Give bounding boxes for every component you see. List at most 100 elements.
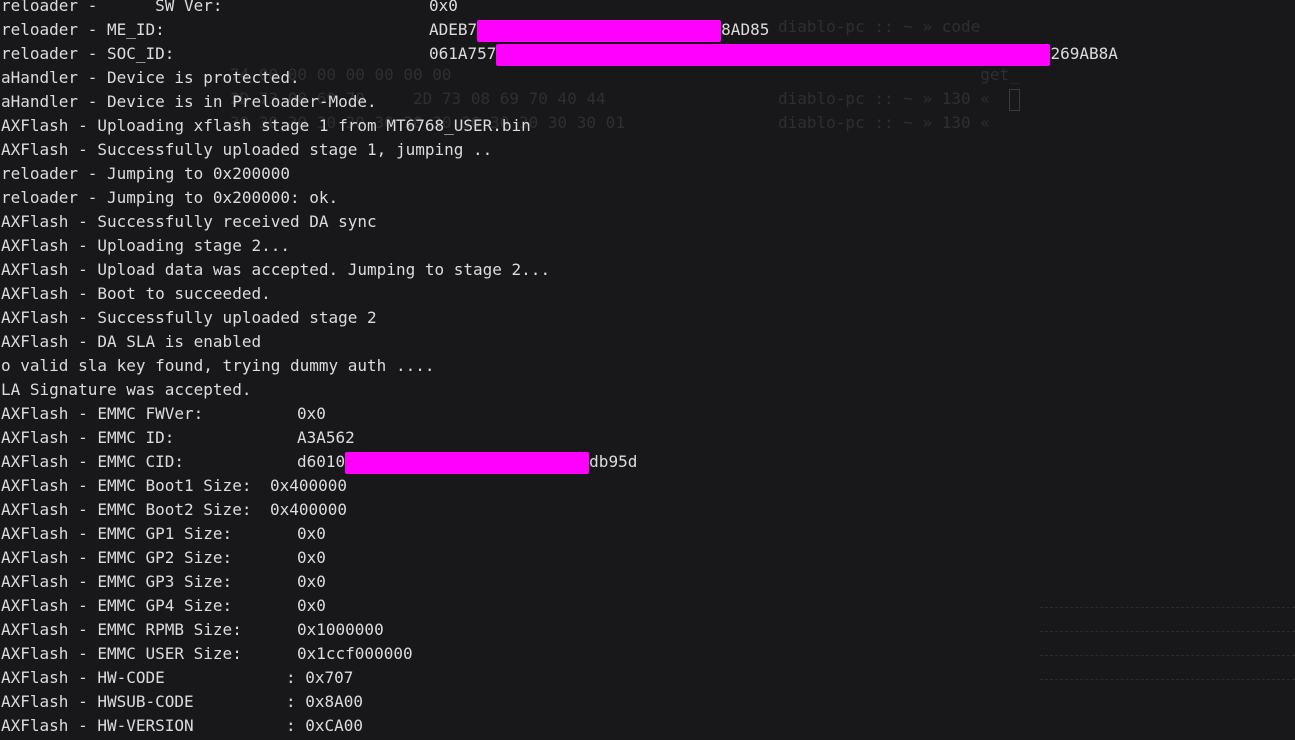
log-prefix: AXFlash - EMMC GP1 Size: xyxy=(1,524,233,543)
terminal-line: reloader - Jumping to 0x200000: ok. xyxy=(1,186,550,210)
terminal-line: AXFlash - EMMC GP4 Size: 0x0 xyxy=(1,594,550,618)
terminal-line: reloader - SOC_ID: 061A757 269AB8A xyxy=(1,42,1118,66)
log-prefix: o valid sla key found, trying dummy auth… xyxy=(1,356,435,375)
log-prefix: reloader - ME_ID: xyxy=(1,20,165,39)
terminal-line: reloader - SW Ver: 0x0 xyxy=(1,0,550,18)
log-prefix: AXFlash - EMMC GP4 Size: xyxy=(1,596,233,615)
terminal-line: AXFlash - HWSUB-CODE : 0x8A00 xyxy=(1,690,550,714)
log-value-column: : 0xCA00 xyxy=(286,714,363,738)
log-prefix: LA Signature was accepted. xyxy=(1,380,252,399)
log-value-suffix: 269AB8A xyxy=(1050,44,1118,63)
terminal-line: AXFlash - EMMC GP2 Size: 0x0 xyxy=(1,546,550,570)
redaction-bar xyxy=(496,43,1051,66)
log-value: 0x0 xyxy=(297,524,326,543)
log-prefix: AXFlash - EMMC Boot2 Size: xyxy=(1,500,252,519)
terminal-line: AXFlash - EMMC GP1 Size: 0x0 xyxy=(1,522,550,546)
terminal-line: AXFlash - EMMC GP3 Size: 0x0 xyxy=(1,570,550,594)
log-value: : 0xCA00 xyxy=(286,716,364,735)
log-prefix: AXFlash - Boot to succeeded. xyxy=(1,284,271,303)
log-value-column: 0x1000000 xyxy=(297,618,384,642)
log-value: 0x0 xyxy=(297,596,326,615)
log-prefix: AXFlash - EMMC ID: xyxy=(1,428,175,447)
log-prefix: AXFlash - Uploading xflash stage 1 from … xyxy=(1,116,531,135)
log-value-suffix: db95d xyxy=(589,452,638,471)
log-value: : 0x707 xyxy=(286,668,354,687)
terminal-line: AXFlash - EMMC RPMB Size: 0x1000000 xyxy=(1,618,550,642)
log-prefix: reloader - Jumping to 0x200000 xyxy=(1,164,290,183)
terminal-line: AXFlash - Successfully uploaded stage 2 xyxy=(1,306,550,330)
log-value-column: 0x0 xyxy=(429,0,458,18)
log-value-column: 0x0 xyxy=(297,594,326,618)
log-value-column: 0x400000 xyxy=(270,498,347,522)
log-value-column: 0x0 xyxy=(297,522,326,546)
log-prefix: aHandler - Device is protected. xyxy=(1,68,300,87)
log-value-column: A3A562 xyxy=(297,426,355,450)
log-value: 0x0 xyxy=(429,0,458,15)
background-line: diablo-pc :: ~ » 130 « xyxy=(778,89,990,108)
log-prefix: AXFlash - Successfully uploaded stage 1,… xyxy=(1,140,493,159)
terminal-line: AXFlash - EMMC USER Size: 0x1ccf000000 xyxy=(1,642,550,666)
log-prefix: reloader - SOC_ID: xyxy=(1,44,175,63)
terminal-line: AXFlash - EMMC Boot1 Size: 0x400000 xyxy=(1,474,550,498)
log-value-suffix: 8AD85 xyxy=(721,20,770,39)
log-value-column: 0x0 xyxy=(297,546,326,570)
terminal-line: AXFlash - Uploading stage 2... xyxy=(1,234,550,258)
terminal-line: aHandler - Device is in Preloader-Mode. xyxy=(1,90,550,114)
log-prefix: AXFlash - HW-VERSION xyxy=(1,716,194,735)
log-value: 0x0 xyxy=(297,548,326,567)
background-divider xyxy=(1040,655,1295,656)
terminal-line: AXFlash - Upload data was accepted. Jump… xyxy=(1,258,550,282)
terminal-line: AXFlash - EMMC ID: A3A562 xyxy=(1,426,550,450)
terminal-line: aHandler - Device is protected. xyxy=(1,66,550,90)
log-value: 0x1ccf000000 xyxy=(297,644,413,663)
terminal-line: reloader - Jumping to 0x200000 xyxy=(1,162,550,186)
log-value-column: 0x0 xyxy=(297,402,326,426)
terminal-line: AXFlash - DA SLA is enabled xyxy=(1,330,550,354)
log-prefix: AXFlash - DA SLA is enabled xyxy=(1,332,262,351)
log-prefix: AXFlash - EMMC CID: xyxy=(1,452,185,471)
log-prefix: AXFlash - EMMC GP2 Size: xyxy=(1,548,233,567)
background-divider xyxy=(1040,607,1295,608)
log-value-column: 0x400000 xyxy=(270,474,347,498)
terminal-line: AXFlash - EMMC FWVer: 0x0 xyxy=(1,402,550,426)
background-line: diablo-pc :: ~ » 130 « xyxy=(778,113,990,132)
terminal-line: AXFlash - HW-CODE : 0x707 xyxy=(1,666,550,690)
log-prefix: reloader - SW Ver: xyxy=(1,0,223,15)
log-value: ADEB7 xyxy=(429,20,478,39)
redaction-bar xyxy=(345,451,590,474)
log-prefix: aHandler - Device is in Preloader-Mode. xyxy=(1,92,377,111)
terminal-line: AXFlash - Successfully uploaded stage 1,… xyxy=(1,138,550,162)
log-value: : 0x8A00 xyxy=(286,692,364,711)
log-value-column: : 0x8A00 xyxy=(286,690,363,714)
log-value: 0x400000 xyxy=(270,500,348,519)
log-value: 0x0 xyxy=(297,572,326,591)
log-value: d6010 xyxy=(297,452,346,471)
redaction-bar xyxy=(477,19,722,42)
log-prefix: AXFlash - EMMC GP3 Size: xyxy=(1,572,233,591)
log-prefix: AXFlash - HWSUB-CODE xyxy=(1,692,194,711)
log-value: A3A562 xyxy=(297,428,355,447)
terminal-line: AXFlash - Uploading xflash stage 1 from … xyxy=(1,114,550,138)
log-prefix: AXFlash - EMMC FWVer: xyxy=(1,404,204,423)
background-terminal-text: diablo-pc :: ~ » codediablo-pc :: ~ » 13… xyxy=(778,15,1019,135)
log-value: 0x400000 xyxy=(270,476,348,495)
log-prefix: AXFlash - Successfully uploaded stage 2 xyxy=(1,308,377,327)
log-value: 0x1000000 xyxy=(297,620,384,639)
terminal-line: AXFlash - HW-VERSION : 0xCA00 xyxy=(1,714,550,738)
terminal-line: AXFlash - Successfully received DA sync xyxy=(1,210,550,234)
log-prefix: AXFlash - HW-CODE xyxy=(1,668,165,687)
terminal-window[interactable]: diablo-pc :: ~ » codediablo-pc :: ~ » 13… xyxy=(0,0,1295,740)
terminal-line: AXFlash - EMMC CID: d6010 db95d xyxy=(1,450,637,474)
log-value-column: ADEB7 8AD85 xyxy=(429,18,769,42)
log-prefix: AXFlash - Uploading stage 2... xyxy=(1,236,290,255)
log-prefix: AXFlash - EMMC RPMB Size: xyxy=(1,620,242,639)
background-line: get_ xyxy=(778,65,1019,84)
log-value: 0x0 xyxy=(297,404,326,423)
log-value-column: 0x0 xyxy=(297,570,326,594)
log-value-column: 0x1ccf000000 xyxy=(297,642,413,666)
terminal-line: AXFlash - EMMC Boot2 Size: 0x400000 xyxy=(1,498,550,522)
log-prefix: AXFlash - Upload data was accepted. Jump… xyxy=(1,260,551,279)
terminal-line: LA Signature was accepted. xyxy=(1,378,550,402)
log-prefix: reloader - Jumping to 0x200000: ok. xyxy=(1,188,339,207)
background-divider xyxy=(1040,631,1295,632)
